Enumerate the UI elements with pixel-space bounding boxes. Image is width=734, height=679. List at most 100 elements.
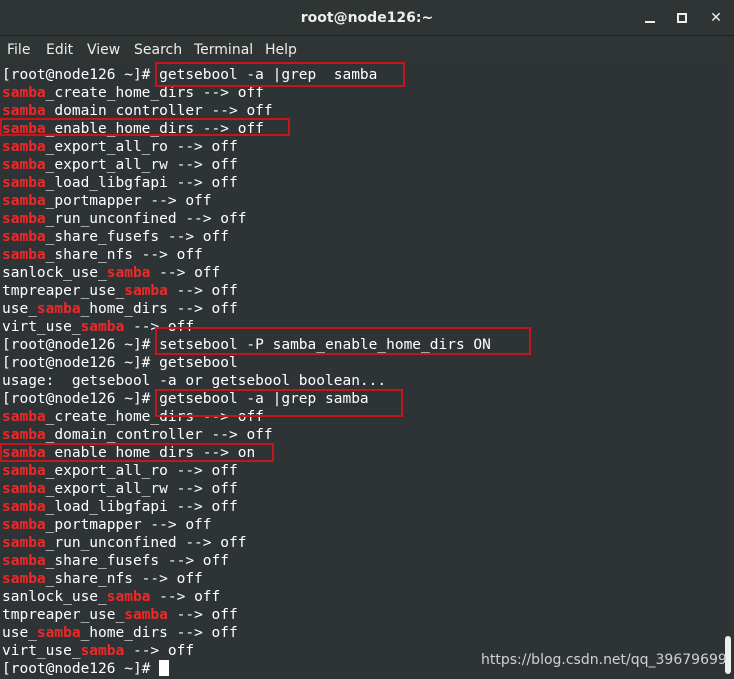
- minimize-icon: [645, 21, 655, 23]
- terminal-line: samba_portmapper --> off: [2, 516, 212, 534]
- terminal-text: _home_dirs --> off: [80, 301, 238, 317]
- terminal-line: samba_share_nfs --> off: [2, 246, 203, 264]
- terminal-text: --> off: [150, 265, 221, 281]
- terminal-text: _enable_home_dirs --> on: [45, 445, 256, 461]
- menu-edit[interactable]: Edit: [46, 36, 73, 64]
- terminal-line: tmpreaper_use_samba --> off: [2, 282, 238, 300]
- highlighted-match: samba: [80, 643, 125, 659]
- close-icon: ✕: [710, 10, 722, 26]
- terminal-line: samba_domain_controller --> off: [2, 426, 273, 444]
- terminal-text: virt_use_: [2, 643, 81, 659]
- terminal-text: --> off: [167, 283, 238, 299]
- terminal-line: [root@node126 ~]# getsebool -a |grep sam…: [2, 66, 377, 84]
- terminal-line: samba_portmapper --> off: [2, 192, 212, 210]
- terminal-line: samba_share_nfs --> off: [2, 570, 203, 588]
- highlighted-match: samba: [2, 211, 46, 227]
- terminal-line: usage: getsebool -a or getsebool boolean…: [2, 372, 386, 390]
- terminal-line: samba_export_all_ro --> off: [2, 462, 238, 480]
- terminal-text: _share_nfs --> off: [45, 571, 203, 587]
- terminal-line: use_samba_home_dirs --> off: [2, 300, 238, 318]
- menu-file[interactable]: File: [7, 36, 30, 64]
- menu-help[interactable]: Help: [265, 36, 297, 64]
- highlighted-match: samba: [2, 553, 46, 569]
- highlighted-match: samba: [2, 121, 46, 137]
- terminal-text: _share_fusefs --> off: [45, 553, 229, 569]
- terminal-line: virt_use_samba --> off: [2, 318, 194, 336]
- highlighted-match: samba: [124, 283, 168, 299]
- terminal-text: use_: [2, 301, 37, 317]
- highlighted-match: samba: [106, 589, 151, 605]
- highlighted-match: samba: [2, 571, 46, 587]
- maximize-button[interactable]: [672, 8, 692, 28]
- terminal-text: _home_dirs --> off: [80, 625, 238, 641]
- terminal-text: [root@node126 ~]# getsebool -a |grep sam…: [2, 67, 378, 83]
- highlighted-match: samba: [2, 175, 46, 191]
- prompt-text: [root@node126 ~]#: [2, 661, 160, 677]
- highlighted-match: samba: [2, 427, 46, 443]
- terminal-text: _load_libgfapi --> off: [45, 499, 238, 515]
- terminal-text: _portmapper --> off: [45, 193, 212, 209]
- terminal-text: _export_all_ro --> off: [45, 463, 238, 479]
- highlighted-match: samba: [2, 139, 46, 155]
- prompt-line[interactable]: [root@node126 ~]#: [2, 660, 170, 678]
- terminal-line: samba_load_libgfapi --> off: [2, 498, 238, 516]
- terminal-text: --> off: [167, 607, 238, 623]
- terminal-text: use_: [2, 625, 37, 641]
- terminal-text: virt_use_: [2, 319, 81, 335]
- window-title: root@node126:~: [300, 10, 434, 26]
- terminal-text: _share_fusefs --> off: [45, 229, 229, 245]
- highlighted-match: samba: [2, 247, 46, 263]
- terminal-text: --> off: [124, 643, 195, 659]
- highlighted-match: samba: [2, 85, 46, 101]
- terminal-line: [root@node126 ~]# getsebool: [2, 354, 238, 372]
- terminal-text: _share_nfs --> off: [45, 247, 203, 263]
- title-bar: root@node126:~ ✕: [0, 0, 734, 36]
- menu-bar: File Edit View Search Terminal Help: [0, 36, 734, 64]
- terminal-line: [root@node126 ~]# getsebool -a |grep sam…: [2, 390, 369, 408]
- highlighted-match: samba: [2, 535, 46, 551]
- highlighted-match: samba: [2, 193, 46, 209]
- menu-view[interactable]: View: [87, 36, 120, 64]
- terminal-line: samba_load_libgfapi --> off: [2, 174, 238, 192]
- terminal-line: samba_run_unconfined --> off: [2, 210, 246, 228]
- highlighted-match: samba: [2, 157, 46, 173]
- cursor: [159, 660, 170, 676]
- terminal-text: --> off: [150, 589, 221, 605]
- terminal-text: usage: getsebool -a or getsebool boolean…: [2, 373, 387, 389]
- terminal-line: samba_create_home_dirs --> off: [2, 408, 264, 426]
- scrollbar[interactable]: [722, 64, 734, 679]
- maximize-icon: [677, 13, 687, 23]
- highlighted-match: samba: [36, 625, 81, 641]
- terminal-line: samba_enable_home_dirs --> off: [2, 120, 264, 138]
- highlighted-match: samba: [2, 499, 46, 515]
- terminal-text: _domain_controller --> off: [45, 427, 273, 443]
- terminal-line: samba_create_home_dirs --> off: [2, 84, 264, 102]
- terminal-line: samba_domain_controller --> off: [2, 102, 273, 120]
- terminal-text: _export_all_rw --> off: [45, 157, 238, 173]
- terminal-line: samba_export_all_rw --> off: [2, 156, 238, 174]
- terminal-line: samba_run_unconfined --> off: [2, 534, 246, 552]
- highlighted-match: samba: [2, 517, 46, 533]
- terminal-text: _run_unconfined --> off: [45, 211, 247, 227]
- highlighted-match: samba: [2, 463, 46, 479]
- terminal-text: _export_all_ro --> off: [45, 139, 238, 155]
- terminal-text: --> off: [124, 319, 195, 335]
- highlighted-match: samba: [2, 103, 46, 119]
- terminal-text: [root@node126 ~]# setsebool -P samba_ena…: [2, 337, 491, 353]
- terminal-text: _enable_home_dirs --> off: [45, 121, 264, 137]
- highlighted-match: samba: [106, 265, 151, 281]
- close-button[interactable]: ✕: [706, 8, 726, 28]
- terminal-line: virt_use_samba --> off: [2, 642, 194, 660]
- highlighted-match: samba: [124, 607, 168, 623]
- terminal-text: _load_libgfapi --> off: [45, 175, 238, 191]
- minimize-button[interactable]: [640, 8, 660, 28]
- terminal-output[interactable]: virt_use_samba --> off use_samba_home_dir…: [0, 62, 722, 679]
- terminal-text: tmpreaper_use_: [2, 283, 125, 299]
- terminal-text: sanlock_use_: [2, 589, 107, 605]
- terminal-text: _create_home_dirs --> off: [45, 85, 264, 101]
- terminal-text: [root@node126 ~]# getsebool -a |grep sam…: [2, 391, 369, 407]
- menu-terminal[interactable]: Terminal: [194, 36, 253, 64]
- menu-search[interactable]: Search: [134, 36, 182, 64]
- terminal-line: use_samba_home_dirs --> off: [2, 624, 238, 642]
- terminal-line: samba_export_all_ro --> off: [2, 138, 238, 156]
